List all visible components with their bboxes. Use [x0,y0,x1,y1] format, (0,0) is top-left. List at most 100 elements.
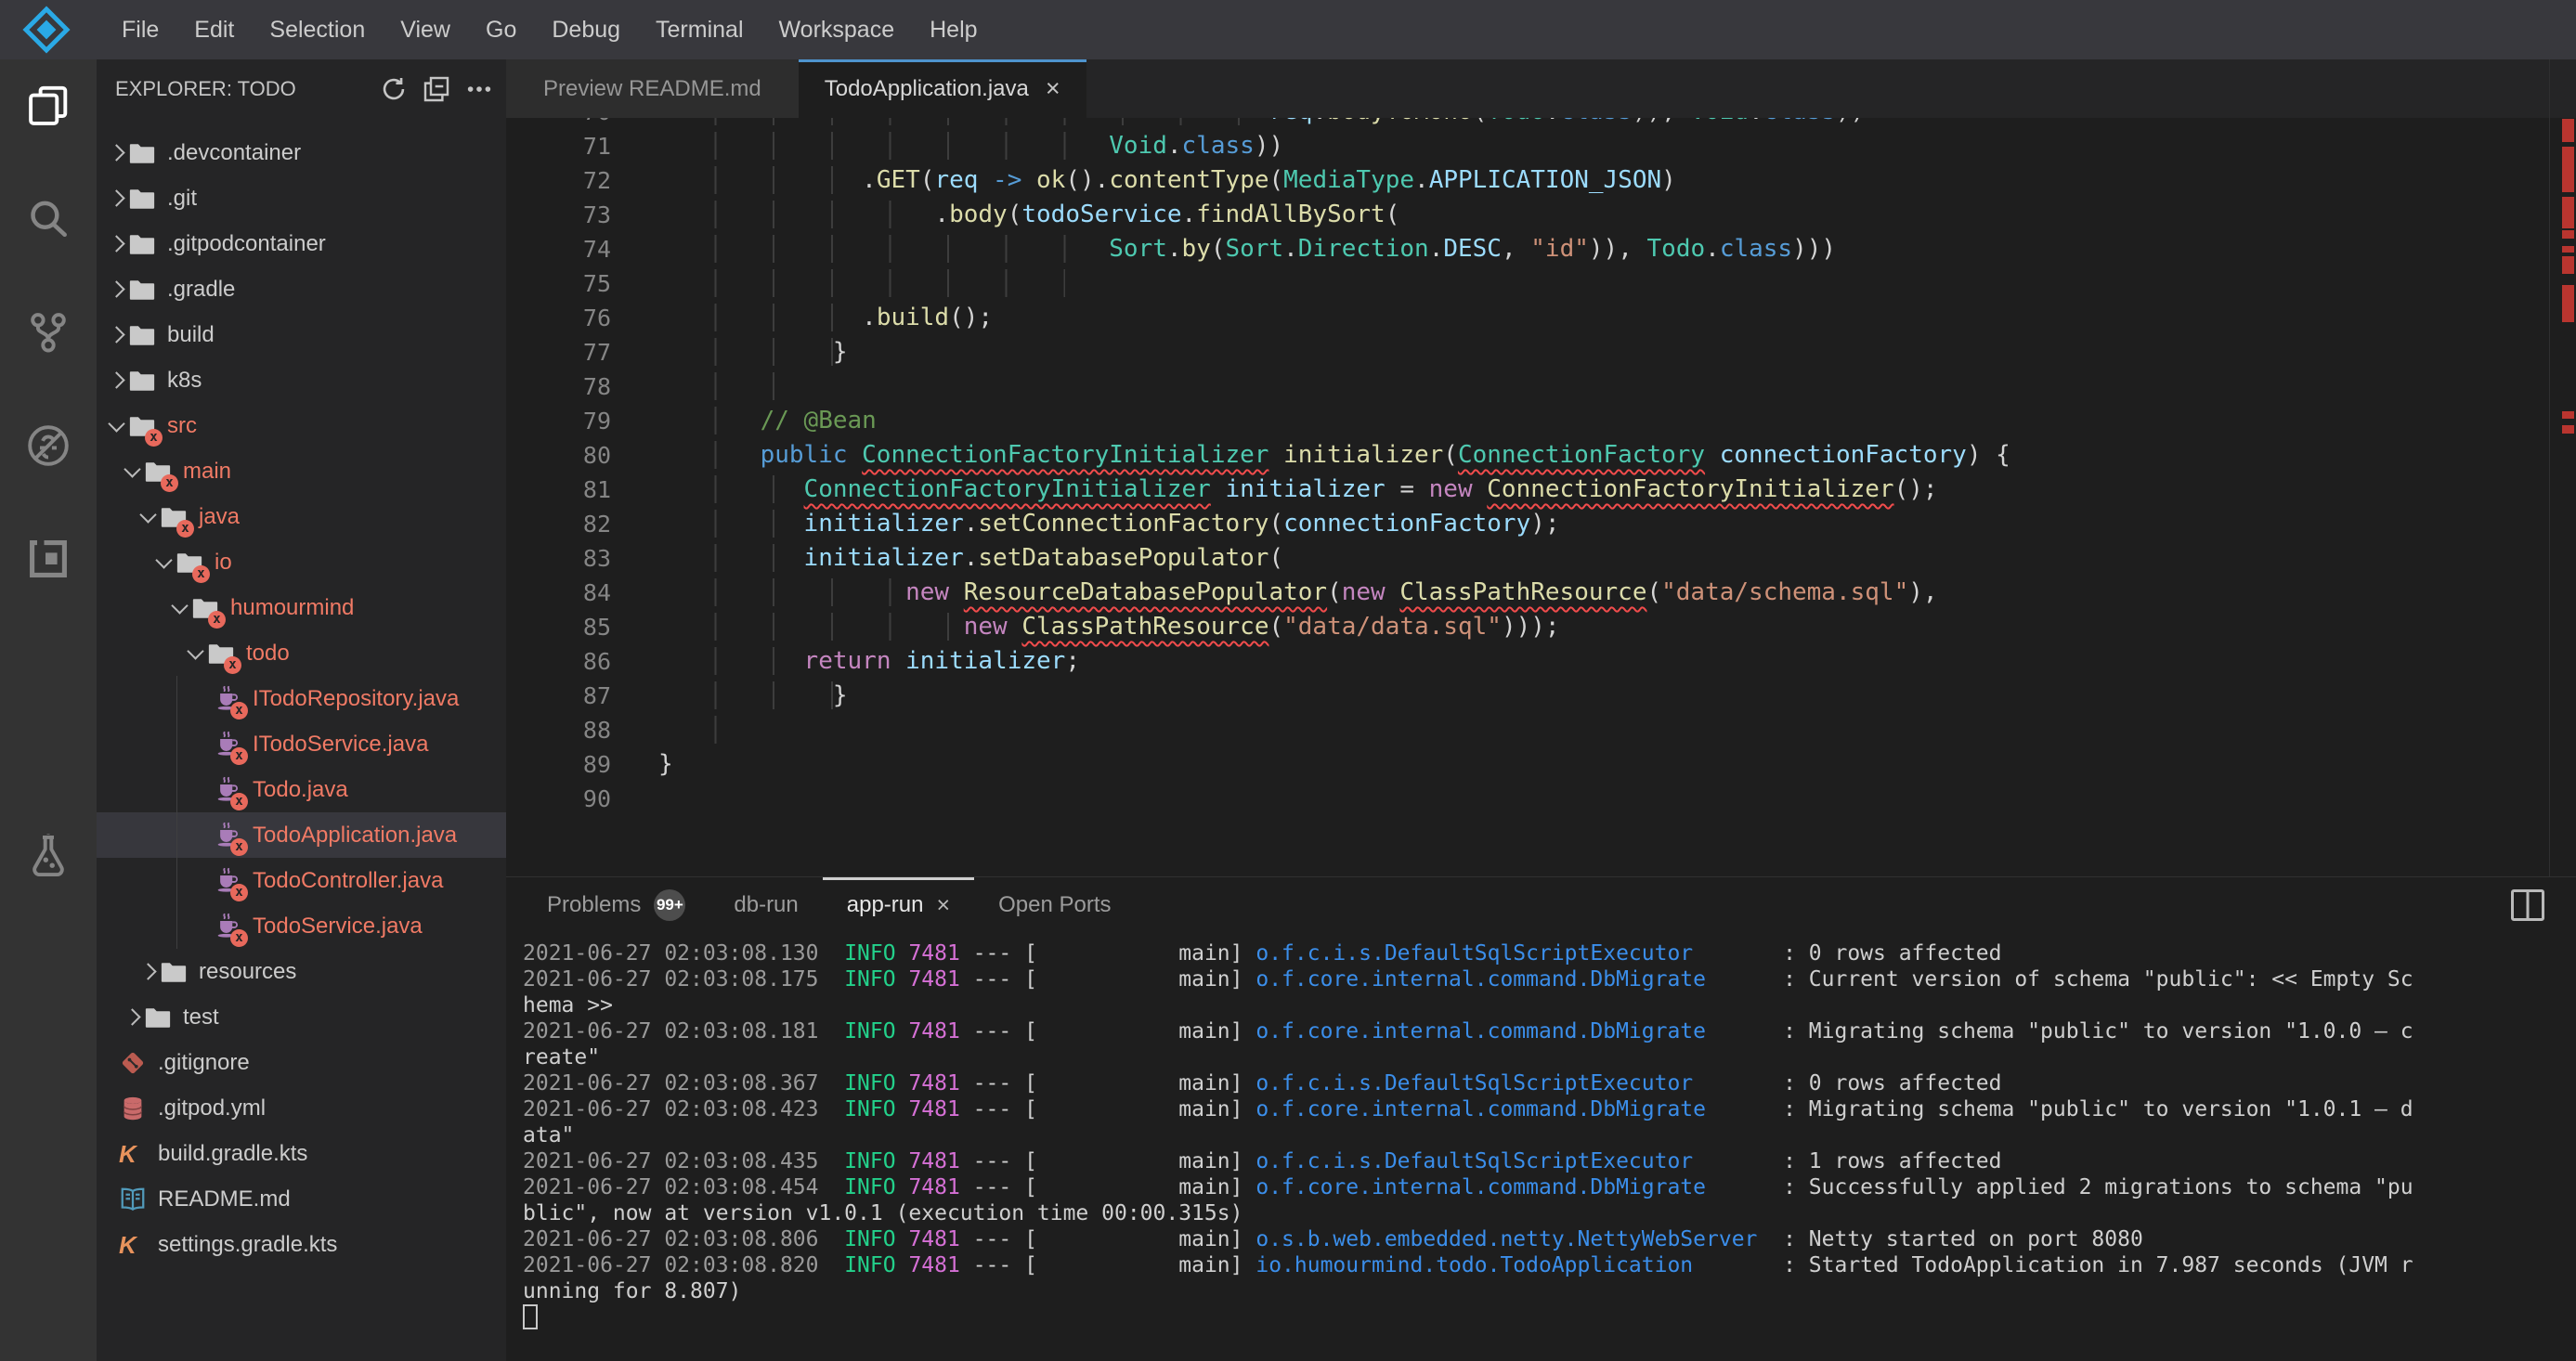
chevron-down-icon[interactable] [136,512,160,521]
tree-item-k8s[interactable]: k8s [97,357,506,403]
tree-item-label: ITodoService.java [253,732,428,758]
tree-item-label: .gradle [167,277,235,303]
tree-item-label: TodoService.java [253,914,423,940]
code-line-text: req.bodyToMono(Todo.class)), Void.class)… [658,118,1865,129]
line-number: 73 [506,198,611,232]
close-icon[interactable]: × [1046,74,1060,103]
chevron-down-icon[interactable] [104,421,128,430]
search-icon[interactable] [26,197,71,241]
chevron-down-icon[interactable] [167,603,191,612]
menu-item-file[interactable]: File [104,17,176,43]
tree-item-main[interactable]: xmain [97,448,506,494]
tree-item-.gitignore[interactable]: .gitignore [97,1040,506,1085]
log-level: INFO [844,941,895,966]
editor-tab-preview-readme-md[interactable]: Preview README.md [506,59,799,118]
chevron-right-icon[interactable] [136,966,160,978]
tree-item-TodoService.java[interactable]: x TodoService.java [97,903,506,949]
tree-item-Todo.java[interactable]: xTodo.java [97,767,506,812]
panel-tab-label: Problems [547,892,641,918]
panel-layout-icon[interactable] [2511,889,2544,921]
menu-item-selection[interactable]: Selection [252,17,383,43]
tree-item-.gradle[interactable]: .gradle [97,266,506,312]
line-number: 70 [506,118,611,129]
panel-tab-problems[interactable]: Problems99+ [523,877,709,933]
sidebar-header: EXPLORER: TODO [97,59,506,118]
overview-ruler[interactable] [2549,59,2576,876]
tree-item-.devcontainer[interactable]: .devcontainer [97,130,506,175]
chevron-right-icon[interactable] [104,374,128,386]
menu-item-terminal[interactable]: Terminal [638,17,761,43]
more-actions-icon[interactable] [465,75,493,103]
chevron-right-icon[interactable] [104,238,128,250]
tree-item-.gitpodcontainer[interactable]: .gitpodcontainer [97,221,506,266]
close-icon[interactable]: × [936,892,950,919]
panel-tab-label: app-run [847,892,924,918]
log-pid: 7481 [908,1071,959,1095]
chevron-down-icon[interactable] [120,467,144,475]
collapse-all-icon[interactable] [423,75,450,103]
tree-item-ITodoService.java[interactable]: x ITodoService.java [97,721,506,767]
menu-item-edit[interactable]: Edit [176,17,252,43]
tree-item-todo[interactable]: xtodo [97,630,506,676]
tree-item-io[interactable]: xio [97,539,506,585]
java-file-icon: x [214,867,241,895]
tree-item-humourmind[interactable]: xhumourmind [97,585,506,630]
menu-item-help[interactable]: Help [912,17,995,43]
tree-item-TodoApplication.java[interactable]: xTodoApplication.java [97,812,506,858]
code-line: 80 public ConnectionFactoryInitializer i… [506,438,2576,473]
tree-item-java[interactable]: xjava [97,494,506,539]
chevron-down-icon[interactable] [151,558,176,566]
menu-item-workspace[interactable]: Workspace [761,17,913,43]
panel-tab-db-run[interactable]: db-run [709,877,822,933]
tree-item-.gitpod.yml[interactable]: .gitpod.yml [97,1085,506,1131]
editor-and-panel: Preview README.mdTodoApplication.java× 7… [506,59,2576,1361]
code-editor[interactable]: 70 req.bodyToMono(Todo.class)), Void.cla… [506,118,2576,876]
code-line-text: ConnectionFactoryInitializer initializer… [658,473,1938,507]
tree-item-TodoController.java[interactable]: xTodoController.java [97,858,506,903]
panel-tab-app-run[interactable]: app-run × [823,877,974,933]
tree-item-resources[interactable]: resources [97,949,506,994]
panel-tab-open-ports[interactable]: Open Ports [974,877,1135,933]
tree-item-label: .gitignore [158,1050,250,1076]
code-line: 88 [506,713,2576,747]
line-number: 86 [506,644,611,679]
source-control-icon[interactable] [26,310,71,355]
tree-item-settings.gradle.kts[interactable]: Ksettings.gradle.kts [97,1222,506,1267]
refresh-icon[interactable] [380,75,408,103]
chevron-right-icon[interactable] [120,1011,144,1023]
tree-item-src[interactable]: xsrc [97,403,506,448]
code-line: 75 [506,266,2576,301]
menu-item-go[interactable]: Go [468,17,534,43]
chevron-right-icon[interactable] [104,147,128,159]
error-badge: x [230,929,248,947]
debug-off-icon[interactable] [26,423,71,468]
indent-guides [658,201,934,228]
chevron-down-icon[interactable] [183,649,207,657]
menu-item-debug[interactable]: Debug [534,17,638,43]
chevron-right-icon[interactable] [104,192,128,204]
editor-tab-todoapplication-java[interactable]: TodoApplication.java× [799,59,1086,118]
kotlin-file-icon: K [119,1140,147,1168]
menu-bar: FileEditSelectionViewGoDebugTerminalWork… [0,0,2576,59]
terminal-line: reate" [523,1044,2576,1070]
tree-item-label: TodoApplication.java [253,823,457,849]
chevron-right-icon[interactable] [104,329,128,341]
flask-icon[interactable] [26,834,71,878]
error-badge: x [230,747,248,765]
terminal-output[interactable]: 2021-06-27 02:03:08.130 INFO 7481 --- [ … [506,933,2576,1361]
tree-item-build[interactable]: build [97,312,506,357]
indent-guides [658,235,1109,263]
indent-guides [658,544,804,572]
terminal-line: 2021-06-27 02:03:08.181 INFO 7481 --- [ … [523,1018,2576,1044]
chevron-right-icon[interactable] [104,283,128,295]
menu-item-view[interactable]: View [383,17,468,43]
indent-guides [658,613,964,641]
files-icon[interactable] [26,84,71,128]
tree-item-test[interactable]: test [97,994,506,1040]
tree-item-ITodoRepository.java[interactable]: xITodoRepository.java [97,676,506,721]
tree-item-build.gradle.kts[interactable]: Kbuild.gradle.kts [97,1131,506,1176]
tree-item-.git[interactable]: .git [97,175,506,221]
activity-bar [0,59,97,1361]
tree-item-README.md[interactable]: README.md [97,1176,506,1222]
extensions-icon[interactable] [26,537,71,581]
